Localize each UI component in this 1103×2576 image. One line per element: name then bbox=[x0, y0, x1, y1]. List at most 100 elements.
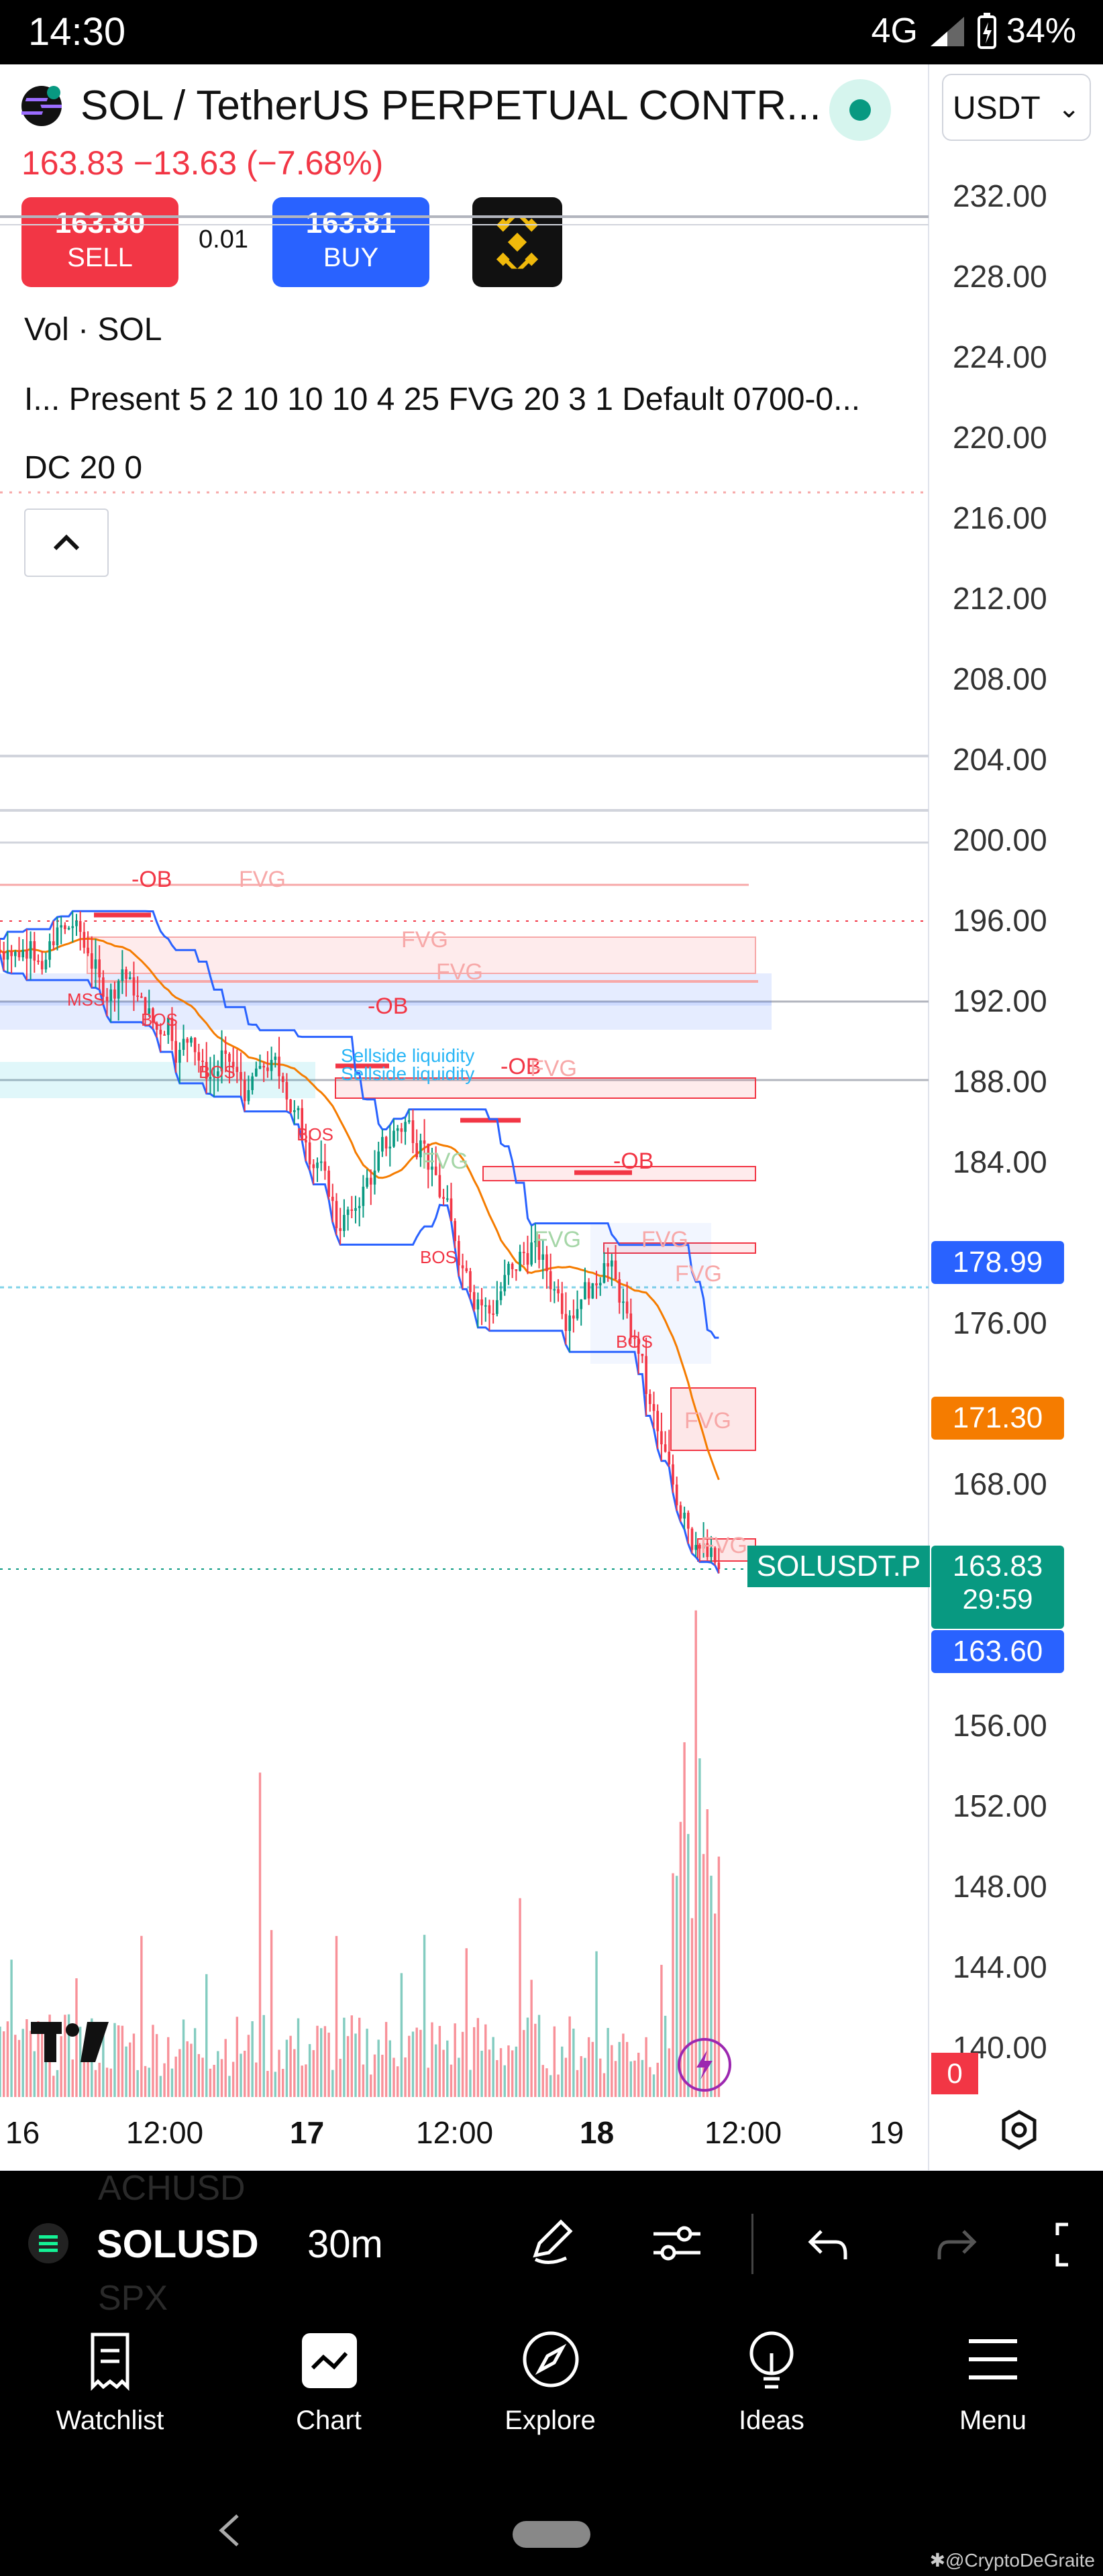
chart-annotation: FVG bbox=[534, 1227, 581, 1252]
volume-bar bbox=[354, 2033, 357, 2097]
time-axis-tick: 19 bbox=[870, 2115, 904, 2150]
candle-body bbox=[664, 1444, 667, 1452]
candle-body bbox=[488, 1305, 491, 1313]
volume-bar bbox=[423, 1935, 426, 2097]
volume-bar bbox=[392, 2057, 395, 2097]
volume-bar bbox=[255, 2062, 258, 2097]
candle-body bbox=[117, 981, 120, 999]
volume-bar bbox=[564, 2057, 568, 2097]
nav-watchlist[interactable]: Watchlist bbox=[23, 2313, 197, 2481]
price-axis-tick: 216.00 bbox=[953, 500, 1047, 535]
volume-bar bbox=[278, 2049, 280, 2097]
candle-body bbox=[683, 1513, 686, 1519]
volume-bar bbox=[56, 2070, 59, 2097]
volume-bar bbox=[224, 2039, 227, 2097]
back-icon[interactable] bbox=[211, 2510, 251, 2551]
volume-bar bbox=[178, 2049, 181, 2097]
nav-menu[interactable]: Menu bbox=[906, 2313, 1080, 2481]
volume-bar bbox=[140, 1935, 143, 2097]
volume-bar bbox=[343, 2017, 346, 2097]
candle-body bbox=[515, 1269, 518, 1271]
volume-bar bbox=[549, 2075, 552, 2097]
candle-body bbox=[584, 1282, 586, 1299]
candle-body bbox=[438, 1175, 441, 1197]
volume-bar bbox=[213, 2065, 215, 2097]
fullscreen-icon[interactable] bbox=[1052, 2219, 1103, 2270]
volume-bar bbox=[113, 2023, 116, 2097]
candle-body bbox=[258, 1066, 262, 1069]
candle-body bbox=[472, 1292, 476, 1309]
candle-body bbox=[400, 1128, 403, 1132]
volume-bar bbox=[201, 2057, 204, 2097]
candle-body bbox=[549, 1271, 552, 1289]
candle-body bbox=[132, 977, 136, 996]
volume-bar bbox=[465, 1948, 468, 2097]
nav-ideas[interactable]: Ideas bbox=[684, 2313, 859, 2481]
candle-body bbox=[407, 1120, 411, 1122]
volume-bar bbox=[408, 2035, 411, 2097]
candle-body bbox=[602, 1263, 606, 1283]
price-chart[interactable]: -OB FVG FVG FVG -OB MSS BOS BOS Sellside liquidi… bbox=[0, 64, 1103, 2171]
candle-body bbox=[381, 1136, 384, 1152]
status-bar: 14:30 4G 34% bbox=[0, 0, 1103, 64]
candle-body bbox=[251, 1076, 254, 1090]
ghost-symbol-top: ACHUSD bbox=[98, 2169, 246, 2208]
time-axis-tick: 17 bbox=[290, 2115, 325, 2150]
home-pill[interactable] bbox=[513, 2521, 590, 2548]
volume-bar bbox=[205, 1974, 208, 2097]
candle-body bbox=[690, 1528, 694, 1550]
lightning-icon[interactable] bbox=[678, 2038, 731, 2092]
candle-body bbox=[159, 1030, 162, 1034]
volume-bar bbox=[446, 2040, 449, 2097]
candle-body bbox=[17, 951, 21, 957]
volume-bar bbox=[438, 2026, 441, 2097]
volume-bar bbox=[649, 2067, 651, 2097]
candle-body bbox=[350, 1209, 354, 1211]
symbol-search-button[interactable]: SOLUSDT bbox=[97, 2222, 258, 2267]
volume-bar bbox=[434, 2044, 437, 2097]
redo-icon[interactable] bbox=[930, 2218, 984, 2271]
indicators-icon[interactable] bbox=[647, 2215, 707, 2269]
candle-body bbox=[404, 1122, 407, 1132]
volume-bar bbox=[503, 2065, 506, 2097]
nav-explore[interactable]: Explore bbox=[463, 2313, 637, 2481]
status-time: 14:30 bbox=[28, 10, 126, 54]
volume-bar bbox=[625, 2041, 629, 2097]
candle-body bbox=[128, 977, 132, 979]
bottom-navigation: Watchlist Chart Explore Ideas Menu bbox=[0, 2313, 1103, 2481]
candle-body bbox=[396, 1128, 399, 1131]
candle-body bbox=[255, 1068, 258, 1077]
pencil-icon[interactable] bbox=[526, 2215, 580, 2269]
candle-body bbox=[511, 1263, 514, 1269]
candle-body bbox=[186, 1038, 189, 1043]
nav-chart[interactable]: Chart bbox=[242, 2313, 416, 2481]
candle-body bbox=[519, 1251, 521, 1271]
volume-bar bbox=[251, 2021, 254, 2097]
candle-body bbox=[541, 1254, 545, 1260]
candle-body bbox=[90, 953, 93, 969]
volume-bar bbox=[580, 2056, 582, 2097]
undo-icon[interactable] bbox=[801, 2218, 855, 2271]
volume-bar bbox=[190, 2043, 193, 2097]
volume-bar bbox=[396, 2066, 399, 2097]
candle-body bbox=[445, 1198, 449, 1200]
volume-bar bbox=[320, 2028, 323, 2097]
candle-body bbox=[266, 1067, 269, 1071]
candle-body bbox=[618, 1279, 621, 1303]
volume-bar bbox=[132, 2033, 136, 2097]
candle-body bbox=[526, 1253, 529, 1265]
candle-body bbox=[136, 996, 139, 997]
candle-body bbox=[553, 1289, 556, 1291]
volume-bar bbox=[220, 2059, 223, 2097]
candle-body bbox=[331, 1197, 334, 1201]
candle-body bbox=[13, 951, 17, 957]
candle-body bbox=[442, 1197, 445, 1199]
candle-body bbox=[568, 1316, 571, 1332]
volume-bar bbox=[537, 2015, 541, 2097]
candle-body bbox=[484, 1305, 487, 1307]
settings-icon[interactable] bbox=[996, 2106, 1043, 2153]
interval-button[interactable]: 30m bbox=[307, 2222, 383, 2267]
volume-bar bbox=[370, 2074, 372, 2097]
candle-body bbox=[607, 1263, 609, 1267]
candle-body bbox=[83, 932, 86, 948]
